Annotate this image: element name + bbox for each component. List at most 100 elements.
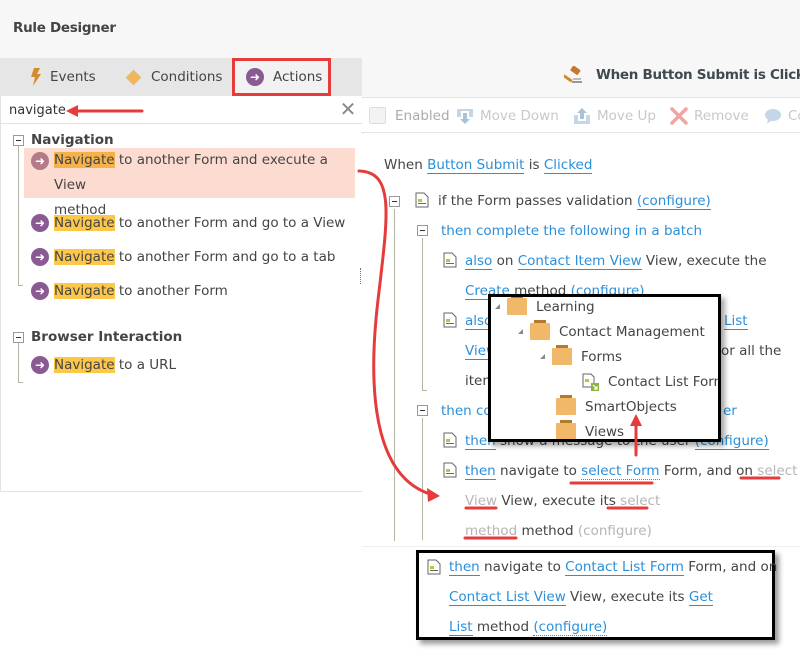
method-link[interactable]: List [449,619,473,636]
action-navigate-to-url[interactable]: ➜ Navigate to a URL [24,348,355,382]
action-line: List [724,311,748,331]
tree-connector [422,238,427,391]
tab-actions[interactable]: ➜ Actions [232,58,331,96]
circle-arrow-icon: ➜ [31,214,49,232]
actions-panel: ✕ Navigation ➜ Navigate to another Form … [0,96,363,492]
tree-node-label: Views [585,423,625,440]
then-link[interactable]: then [449,559,480,576]
folder-icon [507,297,527,315]
tree-node-smartobjects[interactable]: SmartObjects [556,395,677,415]
panel-splitter-handle[interactable] [360,268,361,284]
tree-connector [394,209,399,541]
document-icon [427,559,441,575]
search-match: Navigate [54,249,115,265]
batch-line[interactable]: then complete the following in a batch [441,221,702,241]
circle-arrow-icon: ➜ [31,152,49,170]
enabled-label: Enabled [395,107,450,124]
tree-node-learning[interactable]: Learning [495,297,595,315]
then-link[interactable]: then [465,463,496,480]
move-up-button[interactable]: Move Up [573,107,656,125]
tree-node-label: Contact List Form [608,374,721,390]
category-navigation[interactable]: Navigation [13,132,114,148]
action-navigate-execute-view-method[interactable]: ➜ Navigate to another Form and execute a… [24,148,355,218]
also-link[interactable]: also [465,253,493,270]
tree-node-contact-list-form[interactable]: Contact List Form [582,373,721,391]
tree-node-views[interactable]: Views [556,420,625,440]
action-navigate-go-to-tab[interactable]: ➜ Navigate to another Form and go to a t… [24,240,355,274]
action-navigate-go-to-view[interactable]: ➜ Navigate to another Form and go to a V… [24,206,355,240]
move-down-button[interactable]: Move Down [456,107,559,125]
view-link[interactable]: Contact List View [449,589,566,606]
callout-line: then navigate to Contact List Form Form,… [449,557,777,577]
action-label: to a URL [114,357,177,373]
list-link[interactable]: List [724,313,748,330]
collapse-icon[interactable] [417,405,428,416]
tree-connector [422,418,427,540]
configure-link[interactable]: (configure) [636,193,711,210]
comment-label: Co [788,108,800,124]
move-down-icon [456,107,474,125]
view-link[interactable]: Contact Item View [517,253,642,270]
move-up-icon [573,107,591,125]
left-tab-strip: Events Conditions ➜ Actions [0,58,362,96]
method-link[interactable]: Get [688,589,713,606]
search-row: ✕ [1,96,363,124]
close-icon[interactable]: ✕ [339,98,357,120]
action-label: to another Form [114,283,228,299]
form-link[interactable]: Contact List Form [565,559,684,576]
action-label: to another Form and go to a tab [114,249,336,265]
circle-arrow-icon: ➜ [31,248,49,266]
select-view-link[interactable]: View [465,493,497,509]
search-match: Navigate [54,152,115,168]
comment-button[interactable]: Co [764,107,800,125]
collapse-icon[interactable] [13,134,24,146]
tab-events[interactable]: Events [30,58,96,96]
folder-icon [552,345,572,365]
rule-text: method [521,523,574,539]
rule-title: When Button Submit is Clicked [596,67,800,83]
diamond-icon [125,69,142,85]
action-navigate-to-form[interactable]: ➜ Navigate to another Form [24,274,355,308]
document-icon [443,312,457,328]
folder-icon [530,320,550,340]
expand-icon[interactable] [540,354,545,359]
select-method-link[interactable]: select [620,493,660,509]
select-method-link[interactable]: method [465,523,517,539]
remove-button[interactable]: Remove [670,107,749,125]
configure-link[interactable]: (configure) [533,619,608,636]
tree-node-forms[interactable]: Forms [540,345,622,365]
collapse-icon[interactable] [13,331,24,343]
tree-node-contact-management[interactable]: Contact Management [518,320,705,340]
batch-line-end[interactable]: er [723,401,737,421]
rule-toolbar: Enabled Move Down Move Up Remove Co [362,99,800,133]
document-icon [443,462,457,478]
tree-node-label: Learning [536,298,595,315]
app-title: Rule Designer [13,20,116,36]
collapse-icon[interactable] [417,225,428,236]
category-label: Navigation [31,132,114,148]
configure-link[interactable]: (configure) [578,523,652,539]
folder-icon [556,395,576,415]
title-bar: Rule Designer [0,0,800,58]
rule-text: is [528,157,540,173]
checkbox-icon[interactable] [369,107,386,124]
form-picker-tree: Learning Contact Management Forms Contac… [488,294,721,442]
tab-conditions[interactable]: Conditions [125,58,222,96]
expand-icon[interactable] [518,329,523,334]
select-view-link[interactable]: select [757,463,797,479]
event-control-link[interactable]: Button Submit [427,157,525,174]
rule-text: or all the [721,343,782,359]
collapse-icon[interactable] [389,196,400,207]
circle-arrow-icon: ➜ [31,282,49,300]
move-down-label: Move Down [480,108,559,124]
expand-icon[interactable] [495,304,500,309]
search-input[interactable] [9,100,329,120]
select-form-link[interactable]: select Form [581,463,660,480]
action-line: then navigate to select Form Form, and o… [465,461,797,481]
enabled-checkbox[interactable]: Enabled [369,107,450,124]
event-link[interactable]: Clicked [543,157,593,174]
gavel-icon [562,65,584,86]
batch-line[interactable]: then co [441,401,492,421]
action-label: to another Form and go to a View [114,215,346,231]
category-browser-interaction[interactable]: Browser Interaction [13,329,182,345]
